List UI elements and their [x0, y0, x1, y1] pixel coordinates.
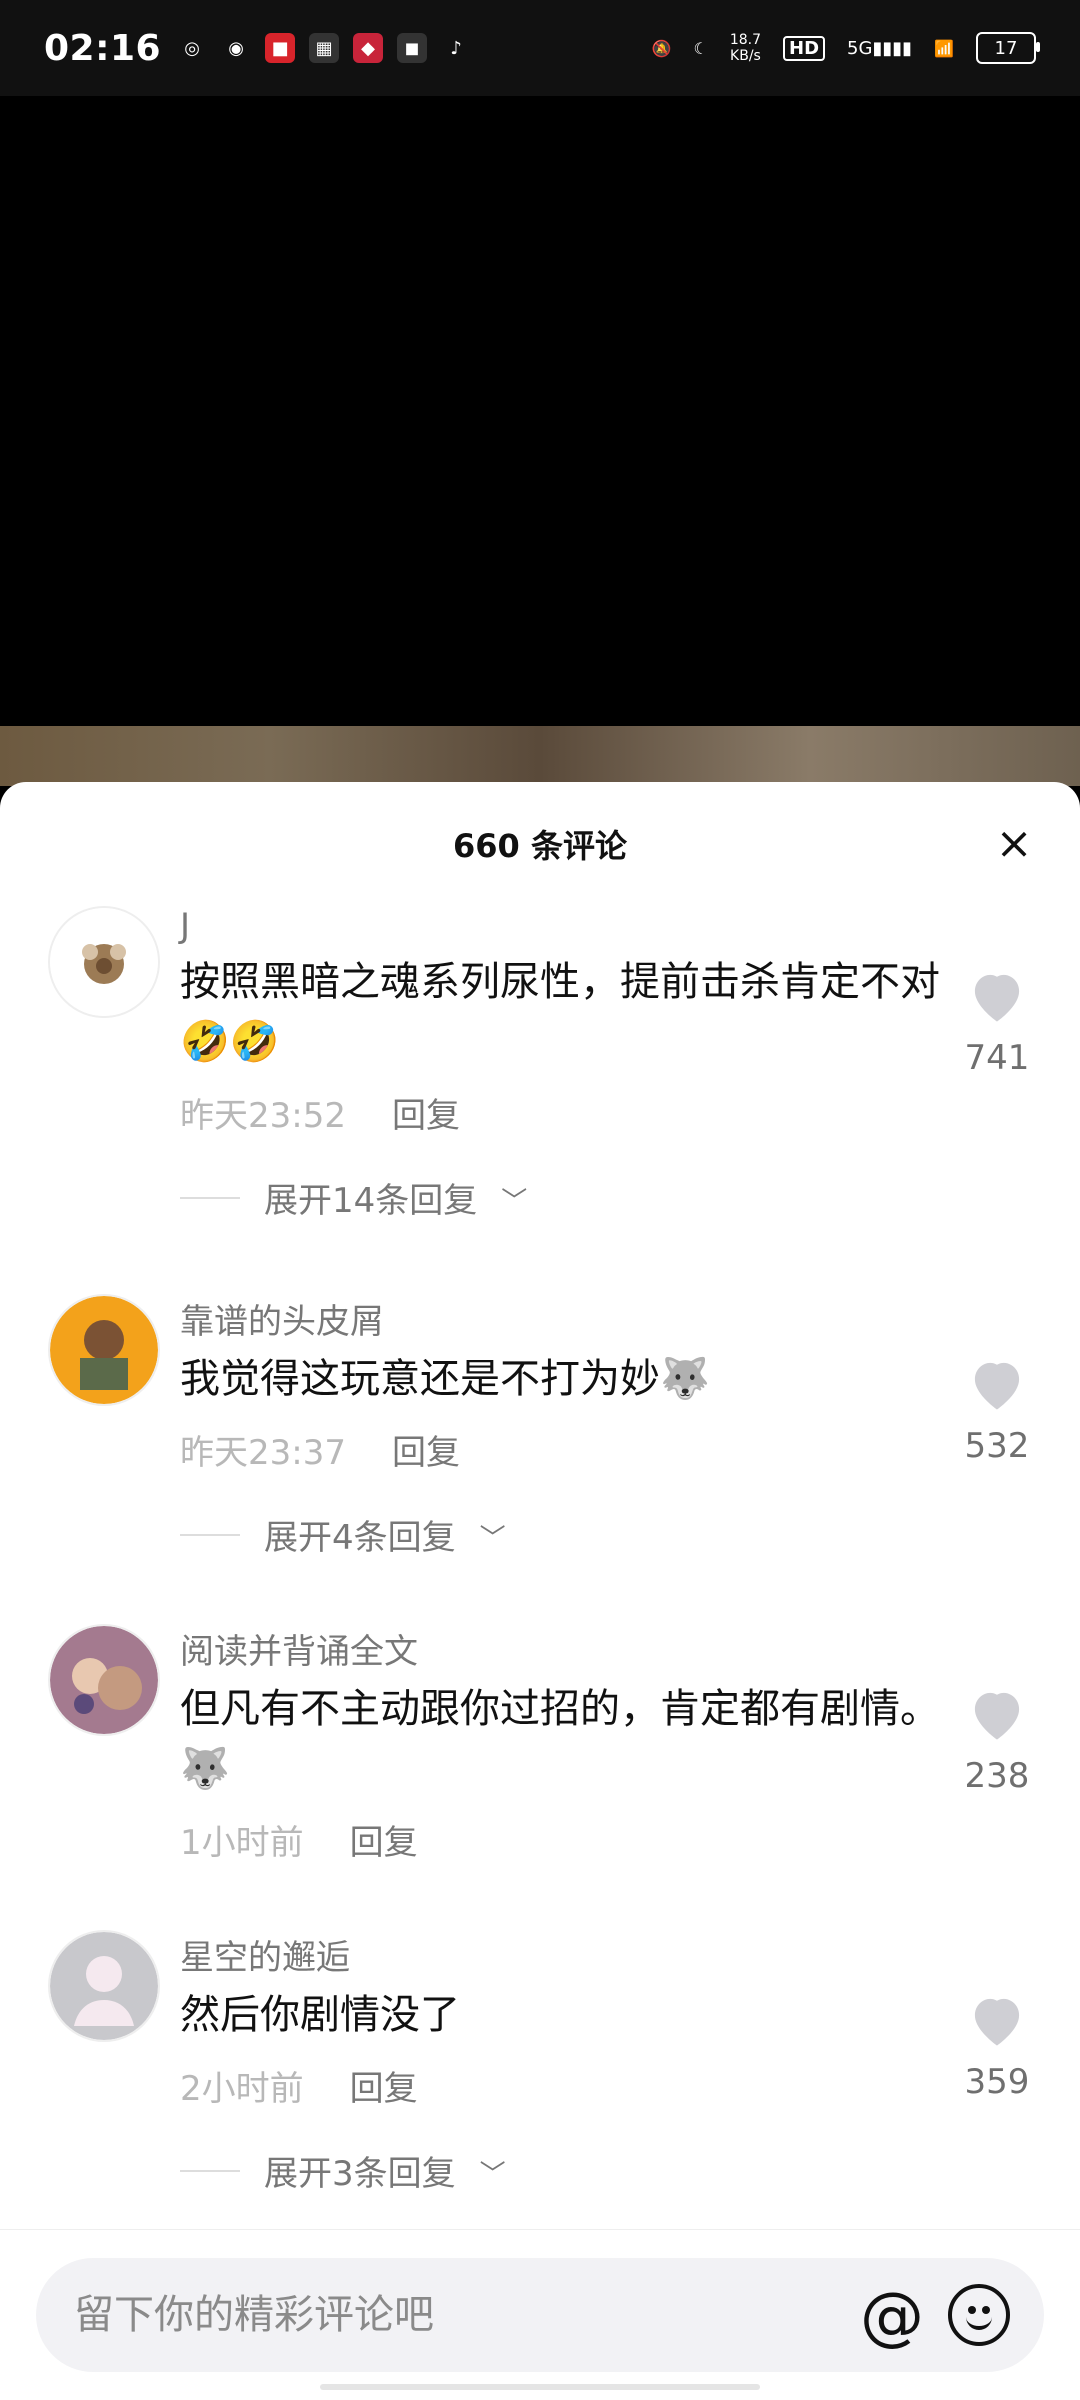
netease-music-icon: ◉ — [228, 37, 244, 59]
status-right: 🔕 ☾ 18.7 KB/s HD 5G▮▮▮▮ 📶 17 — [651, 32, 1040, 64]
video-player[interactable] — [0, 96, 1080, 726]
battery-level: 17 — [994, 37, 1018, 59]
chevron-down-icon: ﹀ — [479, 1524, 506, 1554]
comment-username[interactable]: 阅读并背诵全文 — [180, 1624, 940, 1673]
emoji-button[interactable] — [948, 2284, 1010, 2346]
like-button[interactable]: 359 — [952, 1994, 1042, 2102]
comment-time: 1小时前 — [180, 1823, 304, 1863]
battery-icon: 17 — [976, 32, 1040, 64]
comment-username[interactable]: 星空的邂逅 — [180, 1930, 940, 1979]
user-photo-icon — [50, 1296, 158, 1404]
status-time: 02:16 — [44, 27, 162, 69]
comment-item: 星空的邂逅 然后你剧情没了 2小时前 回复 展开3条回复 ﹀ 359 — [0, 1930, 1080, 2230]
expand-replies-button[interactable]: 展开4条回复 ﹀ — [180, 1510, 940, 1559]
net-speed-value: 18.7 — [729, 32, 762, 48]
koala-avatar-icon — [50, 908, 158, 1016]
comment-username[interactable]: 靠谱的头皮屑 — [180, 1294, 940, 1343]
heart-icon — [974, 1692, 1020, 1740]
comment-time: 昨天23:37 — [180, 1433, 346, 1473]
expand-replies-button[interactable]: 展开3条回复 ﹀ — [180, 2146, 940, 2195]
mute-icon: 🔕 — [651, 38, 672, 58]
sheet-header: 660 条评论 × — [0, 782, 1080, 906]
like-button[interactable]: 532 — [952, 1358, 1042, 1466]
comment-time: 昨天23:52 — [180, 1096, 346, 1136]
chevron-down-icon: ﹀ — [501, 1187, 528, 1217]
reply-button[interactable]: 回复 — [350, 1815, 418, 1864]
comment-text: 然后你剧情没了 — [180, 1992, 460, 2038]
comments-sheet: 660 条评论 × J 按照黑暗之魂系列尿性，提前击杀肯定不对🤣🤣 昨天23:5… — [0, 782, 1080, 2400]
expand-replies-button[interactable]: 展开14条回复 ﹀ — [180, 1173, 940, 1222]
like-count: 238 — [964, 1756, 1030, 1796]
smile-mouth — [966, 2310, 992, 2330]
comment-list: J 按照黑暗之魂系列尿性，提前击杀肯定不对🤣🤣 昨天23:52 回复 展开14条… — [0, 906, 1080, 2230]
signal-icon: 5G▮▮▮▮ — [847, 37, 913, 59]
signal-label: 5G — [847, 37, 873, 59]
notification-icons: ◎ ◉ ■ ▦ ◆ ◼ ♪ — [177, 33, 471, 63]
comment-meta: 昨天23:37 回复 — [180, 1425, 940, 1474]
hd-icon: HD — [783, 35, 826, 61]
close-icon: × — [995, 818, 1033, 869]
comment-username[interactable]: J — [180, 906, 940, 946]
status-left: 02:16 ◎ ◉ ■ ▦ ◆ ◼ ♪ — [44, 28, 471, 69]
comment-item: 靠谱的头皮屑 我觉得这玩意还是不打为妙🐺 昨天23:37 回复 展开4条回复 ﹀… — [0, 1294, 1080, 1624]
reply-button[interactable]: 回复 — [392, 1425, 460, 1474]
expand-replies-label: 展开3条回复 — [264, 2154, 456, 2194]
comment-item: 阅读并背诵全文 但凡有不主动跟你过招的，肯定都有剧情。🐺 1小时前 回复 238 — [0, 1624, 1080, 1930]
close-button[interactable]: × — [992, 822, 1036, 866]
expand-replies-label: 展开14条回复 — [264, 1181, 478, 1221]
video-thumbnail-strip — [0, 726, 1080, 786]
reply-button[interactable]: 回复 — [350, 2061, 418, 2110]
home-indicator[interactable] — [320, 2384, 760, 2390]
net-speed: 18.7 KB/s — [730, 32, 761, 64]
comment-item: J 按照黑暗之魂系列尿性，提前击杀肯定不对🤣🤣 昨天23:52 回复 展开14条… — [0, 906, 1080, 1294]
expand-replies-label: 展开4条回复 — [264, 1518, 456, 1558]
comment-input-container: @ — [36, 2258, 1044, 2372]
tiktok-icon: ♪ — [450, 37, 462, 59]
newsletter-icon: ▦ — [309, 33, 340, 63]
like-button[interactable]: 238 — [952, 1688, 1042, 1796]
heart-icon — [974, 1998, 1020, 2046]
reply-button[interactable]: 回复 — [392, 1088, 460, 1137]
wifi-icon: 📶 — [934, 38, 954, 58]
app-red-icon: ◆ — [353, 33, 384, 63]
like-count: 359 — [964, 2062, 1030, 2102]
net-speed-unit: KB/s — [730, 48, 761, 64]
mention-button[interactable]: @ — [860, 2280, 924, 2354]
comment-meta: 1小时前 回复 — [180, 1815, 940, 1864]
avatar[interactable] — [48, 1930, 160, 2042]
comment-text: 我觉得这玩意还是不打为妙🐺 — [180, 1356, 710, 1402]
user-photo-icon — [50, 1626, 158, 1734]
comment-input[interactable] — [72, 2291, 776, 2339]
comment-text: 但凡有不主动跟你过招的，肯定都有剧情。🐺 — [180, 1686, 940, 1792]
news-icon: ■ — [265, 33, 296, 63]
divider-line — [180, 2169, 240, 2172]
comment-text: 按照黑暗之魂系列尿性，提前击杀肯定不对🤣🤣 — [180, 959, 940, 1065]
heart-icon — [974, 1362, 1020, 1410]
like-button[interactable]: 741 — [952, 970, 1042, 1078]
heart-icon — [974, 974, 1020, 1022]
like-count: 741 — [964, 1038, 1030, 1078]
default-user-avatar-icon — [50, 1932, 158, 2040]
like-count: 532 — [964, 1426, 1030, 1466]
comment-time: 2小时前 — [180, 2069, 304, 2109]
chevron-down-icon: ﹀ — [479, 2160, 506, 2190]
comment-meta: 2小时前 回复 — [180, 2061, 940, 2110]
comment-meta: 昨天23:52 回复 — [180, 1088, 940, 1137]
divider-line — [180, 1196, 240, 1199]
chrome-icon: ◎ — [184, 37, 200, 59]
do-not-disturb-icon: ☾ — [693, 38, 708, 58]
comment-input-bar: @ — [0, 2229, 1080, 2400]
divider-line — [180, 1533, 240, 1536]
comments-title: 660 条评论 — [453, 827, 627, 865]
avatar[interactable] — [48, 1294, 160, 1406]
avatar[interactable] — [48, 906, 160, 1018]
status-bar: 02:16 ◎ ◉ ■ ▦ ◆ ◼ ♪ 🔕 ☾ 18.7 KB/s HD 5G▮… — [0, 0, 1080, 96]
avatar[interactable] — [48, 1624, 160, 1736]
game-icon: ◼ — [397, 33, 428, 63]
